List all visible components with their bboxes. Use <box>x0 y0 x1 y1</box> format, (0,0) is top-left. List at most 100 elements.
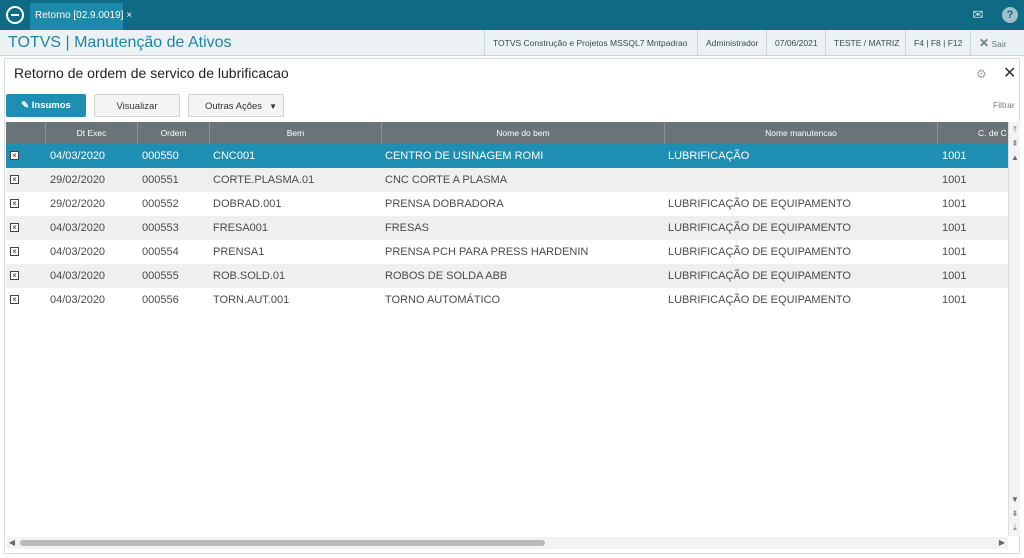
cell-centro-custo: 1001 <box>942 150 967 162</box>
company-info[interactable]: TOTVS Construção e Projetos MSSQL7 Mntpa… <box>484 30 696 56</box>
totvs-logo-icon[interactable] <box>6 6 24 24</box>
data-grid: Dt Exec Ordem Bem Nome do bem Nome manut… <box>6 122 1008 536</box>
date-info[interactable]: 07/06/2021 <box>766 30 826 56</box>
grid-header: Dt Exec Ordem Bem Nome do bem Nome manut… <box>6 122 1008 144</box>
cell-dt-exec: 04/03/2020 <box>50 150 106 162</box>
row-checkbox-icon[interactable]: × <box>10 223 19 232</box>
shortcuts-info[interactable]: F4 | F8 | F12 <box>905 30 970 56</box>
cell-nome-do-bem: PRENSA DOBRADORA <box>385 198 504 210</box>
visualizar-button[interactable]: Visualizar <box>94 94 180 117</box>
table-row[interactable]: × 29/02/2020 000552 DOBRAD.001 PRENSA DOBRAD… <box>6 192 1008 216</box>
cell-nome-do-bem: FRESAS <box>385 222 430 234</box>
row-checkbox-icon[interactable]: × <box>10 271 19 280</box>
header-centro-custo[interactable]: C. de C <box>938 122 1008 144</box>
row-checkbox-icon[interactable]: × <box>10 199 19 208</box>
page-title: Retorno de ordem de servico de lubrifica… <box>14 65 289 81</box>
cell-bem: CORTE.PLASMA.01 <box>213 174 315 186</box>
cell-bem: TORN.AUT.001 <box>213 294 290 306</box>
row-checkbox-icon[interactable]: × <box>10 247 19 256</box>
header-bem[interactable]: Bem <box>210 122 382 144</box>
cell-ordem: 000556 <box>142 294 179 306</box>
outras-acoes-button[interactable]: Outras Ações ▼ <box>188 94 284 117</box>
table-row[interactable]: × 04/03/2020 000556 TORN.AUT.001 TORNO AUTOM… <box>6 288 1008 312</box>
cell-nome-manutencao: LUBRIFICAÇÃO DE EQUIPAMENTO <box>668 222 851 234</box>
row-checkbox-icon[interactable]: × <box>10 175 19 184</box>
table-row[interactable]: × 04/03/2020 000554 PRENSA1 PRENSA PCH PARA … <box>6 240 1008 264</box>
pencil-icon: ✎ <box>21 100 30 111</box>
header-nome-do-bem[interactable]: Nome do bem <box>382 122 665 144</box>
outras-acoes-label: Outras Ações <box>205 101 263 112</box>
cell-nome-do-bem: CENTRO DE USINAGEM ROMI <box>385 150 544 162</box>
tab-close-icon[interactable]: × <box>126 10 132 21</box>
cell-centro-custo: 1001 <box>942 246 967 258</box>
horizontal-scroll-thumb[interactable] <box>20 540 545 546</box>
row-checkbox-icon[interactable]: × <box>10 151 19 160</box>
table-row[interactable]: × 04/03/2020 000550 CNC001 CENTRO DE USINAGE… <box>6 144 1008 168</box>
scroll-page-up-icon[interactable]: ⇞ <box>1009 138 1021 150</box>
scroll-bottom-icon[interactable]: ⤓ <box>1009 522 1021 534</box>
title-bar: TOTVS | Manutenção de Ativos TOTVS Const… <box>0 30 1024 56</box>
exit-label: Sair <box>991 39 1007 49</box>
cell-dt-exec: 29/02/2020 <box>50 174 106 186</box>
close-icon: ✕ <box>979 36 990 50</box>
cell-centro-custo: 1001 <box>942 222 967 234</box>
header-nome-manutencao[interactable]: Nome manutencao <box>665 122 938 144</box>
scroll-right-icon[interactable]: ▶ <box>996 537 1008 549</box>
header-dt-exec[interactable]: Dt Exec <box>46 122 138 144</box>
help-icon[interactable]: ? <box>1002 7 1018 23</box>
cell-ordem: 000555 <box>142 270 179 282</box>
chevron-down-icon: ▼ <box>269 102 277 111</box>
scroll-top-icon[interactable]: ⤒ <box>1009 124 1021 136</box>
table-row[interactable]: × 04/03/2020 000553 FRESA001 FRESAS LUBRIFICA… <box>6 216 1008 240</box>
insumos-label: Insumos <box>31 100 71 111</box>
app-title: TOTVS | Manutenção de Ativos <box>8 34 232 51</box>
cell-ordem: 000552 <box>142 198 179 210</box>
cell-dt-exec: 04/03/2020 <box>50 246 106 258</box>
vertical-scrollbar[interactable]: ⤒ ⇞ ▲ ▼ ⇟ ⤓ <box>1008 122 1020 536</box>
cell-nome-do-bem: ROBOS DE SOLDA ABB <box>385 270 508 282</box>
cell-nome-manutencao: LUBRIFICAÇÃO DE EQUIPAMENTO <box>668 198 851 210</box>
tab-retorno[interactable]: Retorno [02.9.0019] × <box>30 3 132 30</box>
settings-gear-icon[interactable]: ⚙ <box>976 67 987 81</box>
cell-centro-custo: 1001 <box>942 198 967 210</box>
cell-nome-manutencao: LUBRIFICAÇÃO DE EQUIPAMENTO <box>668 270 851 282</box>
cell-nome-manutencao: LUBRIFICAÇÃO <box>668 150 750 162</box>
close-window-icon[interactable]: ✕ <box>1003 63 1016 83</box>
cell-bem: CNC001 <box>213 150 256 162</box>
cell-ordem: 000550 <box>142 150 179 162</box>
cell-dt-exec: 04/03/2020 <box>50 222 106 234</box>
mail-icon[interactable]: ✉ <box>970 7 986 23</box>
table-row[interactable]: × 04/03/2020 000555 ROB.SOLD.01 ROBOS DE SOL… <box>6 264 1008 288</box>
cell-nome-do-bem: PRENSA PCH PARA PRESS HARDENIN <box>385 246 589 258</box>
table-row[interactable]: × 29/02/2020 000551 CORTE.PLASMA.01 CNC CORT… <box>6 168 1008 192</box>
cell-centro-custo: 1001 <box>942 174 967 186</box>
cell-ordem: 000554 <box>142 246 179 258</box>
branch-info[interactable]: TESTE / MATRIZ <box>825 30 907 56</box>
cell-centro-custo: 1001 <box>942 294 967 306</box>
user-info[interactable]: Administrador <box>697 30 766 56</box>
header-ordem[interactable]: Ordem <box>138 122 210 144</box>
tab-label: Retorno [02.9.0019] <box>35 10 124 21</box>
cell-centro-custo: 1001 <box>942 270 967 282</box>
insumos-button[interactable]: ✎ Insumos <box>6 94 86 117</box>
row-checkbox-icon[interactable]: × <box>10 295 19 304</box>
scroll-page-down-icon[interactable]: ⇟ <box>1009 508 1021 520</box>
cell-nome-do-bem: TORNO AUTOMÁTICO <box>385 294 501 306</box>
cell-nome-do-bem: CNC CORTE A PLASMA <box>385 174 508 186</box>
header-check[interactable] <box>6 122 46 144</box>
cell-bem: DOBRAD.001 <box>213 198 282 210</box>
cell-ordem: 000551 <box>142 174 179 186</box>
filter-link[interactable]: Filtrar <box>993 100 1015 110</box>
cell-nome-manutencao: LUBRIFICAÇÃO DE EQUIPAMENTO <box>668 246 851 258</box>
cell-ordem: 000553 <box>142 222 179 234</box>
top-bar: Retorno [02.9.0019] × ✉ ? <box>0 0 1024 30</box>
scroll-up-icon[interactable]: ▲ <box>1009 152 1021 164</box>
exit-button[interactable]: ✕ Sair <box>970 30 1015 56</box>
cell-bem: FRESA001 <box>213 222 269 234</box>
horizontal-scrollbar[interactable]: ◀ ▶ <box>6 537 1008 549</box>
cell-dt-exec: 29/02/2020 <box>50 198 106 210</box>
cell-nome-manutencao: LUBRIFICAÇÃO DE EQUIPAMENTO <box>668 294 851 306</box>
scroll-left-icon[interactable]: ◀ <box>6 537 18 549</box>
scroll-down-icon[interactable]: ▼ <box>1009 494 1021 506</box>
cell-bem: PRENSA1 <box>213 246 265 258</box>
